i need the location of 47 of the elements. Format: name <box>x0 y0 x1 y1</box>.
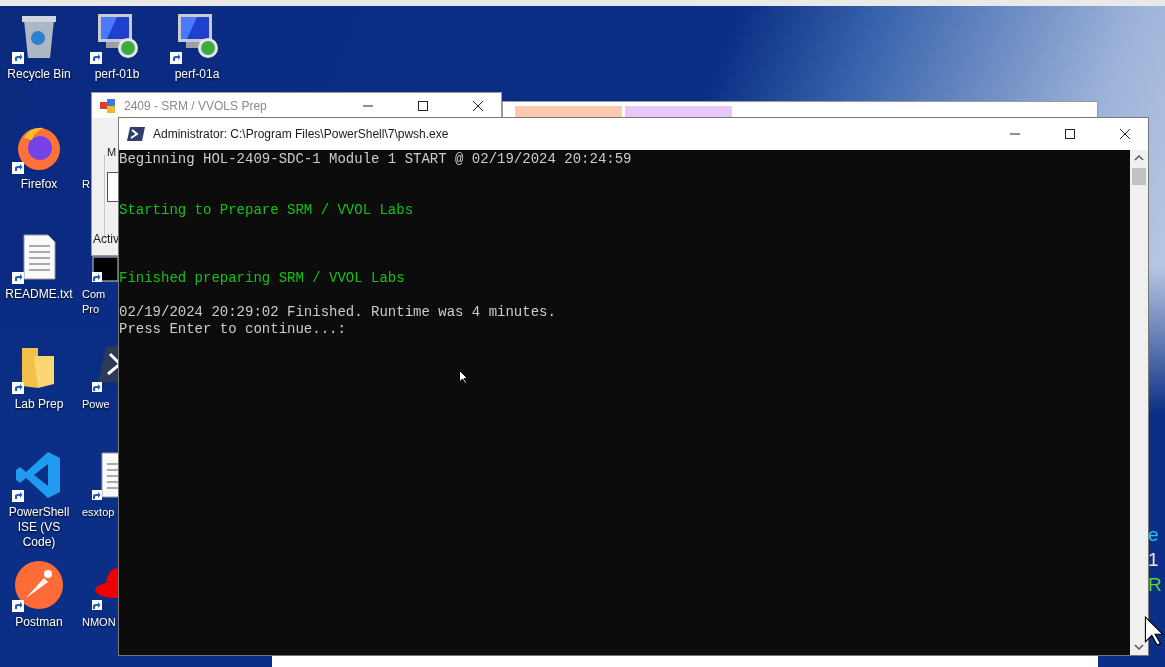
icon-label[interactable]: Firefox <box>20 177 58 192</box>
window-title: Administrator: C:\Program Files\PowerShell\7\pwsh.exe <box>153 127 450 141</box>
console-line: Press Enter to continue...: <box>119 321 347 338</box>
shortcut-icon <box>12 382 24 394</box>
app-icon <box>100 98 116 113</box>
info-text: e <box>1148 523 1160 547</box>
scroll-thumb[interactable] <box>1132 168 1146 185</box>
icon-label[interactable]: Postman <box>15 615 63 630</box>
icon-label[interactable]: PowerShell ISE (VS Code) <box>0 505 78 550</box>
group-label: M <box>106 146 118 158</box>
console-line: Finished preparing SRM / VVOL Labs <box>119 270 406 287</box>
shortcut-icon <box>12 162 24 174</box>
scrollbar[interactable] <box>1130 150 1148 655</box>
icon-label[interactable]: NMON <box>82 615 116 630</box>
close-icon <box>472 100 483 111</box>
icon-label[interactable]: Lab Prep <box>14 397 64 412</box>
minimize-icon <box>1009 133 1020 135</box>
close-icon <box>1119 129 1130 139</box>
maximize-icon <box>1064 129 1075 139</box>
terminal-icon <box>127 127 145 141</box>
icon-label[interactable]: Powe <box>82 397 110 412</box>
cursor-icon <box>1144 616 1164 646</box>
minimize-icon <box>362 104 373 107</box>
icon-label[interactable]: Com Pro <box>82 287 106 317</box>
icon-label[interactable]: Recycle Bin <box>7 67 71 82</box>
shortcut-icon <box>90 52 102 64</box>
shortcut-icon <box>170 52 182 64</box>
console-line: Beginning HOL-2409-SDC-1 Module 1 START @ 02/19/2024 20:24:59 <box>119 151 633 168</box>
list-box[interactable] <box>107 172 118 202</box>
icon-label[interactable]: R <box>82 177 90 192</box>
maximize-icon <box>417 100 428 111</box>
shortcut-icon <box>12 52 24 64</box>
shortcut-icon <box>12 490 24 502</box>
window-title: 2409 - SRM / VVOLS Prep <box>124 98 268 113</box>
postman-icon <box>14 560 64 610</box>
info-text: 1 <box>1148 548 1160 572</box>
icon-label[interactable]: perf-01b <box>94 67 140 82</box>
icon-label[interactable]: README.txt <box>5 287 73 302</box>
info-text: R <box>1148 573 1162 597</box>
console-line: 02/19/2024 20:29:02 Finished. Runtime was 4 minutes. <box>119 304 557 321</box>
shortcut-icon <box>12 600 24 612</box>
status-text: Activ <box>93 232 119 246</box>
cursor-icon <box>459 370 468 384</box>
icon-label[interactable]: esxtop <box>82 505 115 520</box>
console-line: Starting to Prepare SRM / VVOL Labs <box>119 202 415 219</box>
shortcut-icon <box>12 272 24 284</box>
icon-label[interactable]: perf-01a <box>174 67 220 82</box>
